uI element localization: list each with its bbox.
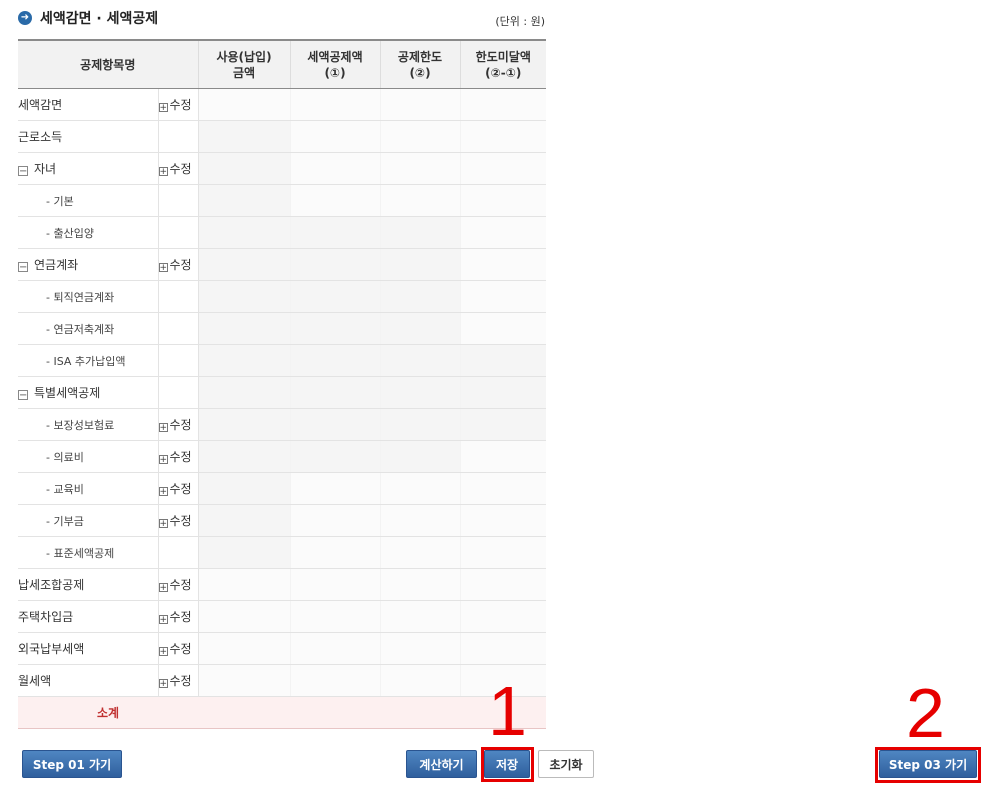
- table-row: − 특별세액공제: [18, 376, 547, 409]
- collapse-toggle-icon[interactable]: −: [18, 262, 28, 273]
- table-row: - 기부금 + 수정: [18, 504, 547, 537]
- tax-credit-table: 공제항목명 사용(납입) 금액 세액공제액 (①) 공제한도 (②) 한도미달액 (②-…: [18, 39, 547, 729]
- plus-icon: +: [158, 679, 168, 689]
- collapse-toggle-icon[interactable]: −: [18, 390, 28, 401]
- plus-icon: +: [158, 583, 168, 593]
- highlight-box-step03: [875, 747, 981, 783]
- col-header-excess: 한도미달액 (②-①): [459, 39, 547, 89]
- section-header: ➜ 세액감면 · 세액공제: [18, 7, 158, 29]
- table-row: - 연금저축계좌: [18, 312, 547, 345]
- table-row: - 기본: [18, 184, 547, 217]
- table-row: 세액감면 + 수정: [18, 88, 547, 121]
- table-row: 근로소득: [18, 120, 547, 153]
- plus-icon: +: [158, 487, 168, 497]
- table-row: − 자녀 + 수정: [18, 152, 547, 185]
- row-label: 외국납부세액: [18, 632, 158, 665]
- arrow-circle-icon: ➜: [18, 11, 32, 25]
- edit-button[interactable]: + 수정: [157, 664, 199, 697]
- subtotal-row: 소계: [18, 696, 547, 729]
- edit-button[interactable]: + 수정: [157, 408, 199, 441]
- highlight-box-save: [481, 747, 534, 782]
- col-header-name: 공제항목명: [18, 39, 199, 89]
- col-header-used: 사용(납입) 금액: [197, 39, 291, 89]
- table-row: − 연금계좌 + 수정: [18, 248, 547, 281]
- row-label-group: − 자녀: [18, 152, 158, 185]
- row-label: - 교육비: [18, 472, 158, 505]
- row-label: - 표준세액공제: [18, 536, 158, 569]
- row-label: - 기부금: [18, 504, 158, 537]
- annotation-marker-1: 1: [488, 672, 527, 750]
- plus-icon: +: [158, 423, 168, 433]
- collapse-toggle-icon[interactable]: −: [18, 166, 28, 177]
- row-label: 납세조합공제: [18, 568, 158, 601]
- row-label: - 출산입양: [18, 216, 158, 249]
- col-header-limit: 공제한도 (②): [379, 39, 461, 89]
- row-label-group: − 특별세액공제: [18, 376, 158, 409]
- table-row: - 표준세액공제: [18, 536, 547, 569]
- plus-icon: +: [158, 455, 168, 465]
- plus-icon: +: [158, 647, 168, 657]
- table-row: 주택차입금 + 수정: [18, 600, 547, 633]
- table-row: 외국납부세액 + 수정: [18, 632, 547, 665]
- reset-button[interactable]: 초기화: [538, 750, 594, 778]
- table-row: - 교육비 + 수정: [18, 472, 547, 505]
- row-label: - 보장성보험료: [18, 408, 158, 441]
- row-label-group: − 연금계좌: [18, 248, 158, 281]
- edit-button[interactable]: + 수정: [157, 600, 199, 633]
- subtotal-label: 소계: [18, 696, 199, 729]
- plus-icon: +: [158, 103, 168, 113]
- table-row: - 퇴직연금계좌: [18, 280, 547, 313]
- row-label: - 연금저축계좌: [18, 312, 158, 345]
- row-label: - 의료비: [18, 440, 158, 473]
- edit-button[interactable]: + 수정: [157, 248, 199, 281]
- edit-button[interactable]: + 수정: [157, 152, 199, 185]
- edit-button[interactable]: + 수정: [157, 88, 199, 121]
- edit-button[interactable]: + 수정: [157, 632, 199, 665]
- plus-icon: +: [158, 519, 168, 529]
- table-row: 월세액 + 수정: [18, 664, 547, 697]
- table-row: 납세조합공제 + 수정: [18, 568, 547, 601]
- edit-button[interactable]: + 수정: [157, 568, 199, 601]
- row-label: 세액감면: [18, 88, 158, 121]
- edit-button[interactable]: + 수정: [157, 440, 199, 473]
- table-row: - 출산입양: [18, 216, 547, 249]
- edit-button[interactable]: + 수정: [157, 472, 199, 505]
- unit-label: (단위 : 원): [495, 15, 545, 28]
- row-label: 주택차입금: [18, 600, 158, 633]
- plus-icon: +: [158, 167, 168, 177]
- table-row: - 의료비 + 수정: [18, 440, 547, 473]
- table-row: - ISA 추가납입액: [18, 344, 547, 377]
- calculate-button[interactable]: 계산하기: [406, 750, 477, 778]
- row-label: 월세액: [18, 664, 158, 697]
- table-row: - 보장성보험료 + 수정: [18, 408, 547, 441]
- col-header-credit: 세액공제액 (①): [289, 39, 381, 89]
- row-label: 근로소득: [18, 120, 158, 153]
- row-label: - 퇴직연금계좌: [18, 280, 158, 313]
- page-title: 세액감면 · 세액공제: [40, 11, 159, 27]
- row-label: - ISA 추가납입액: [18, 344, 158, 377]
- plus-icon: +: [158, 615, 168, 625]
- step-01-button[interactable]: Step 01 가기: [22, 750, 122, 778]
- plus-icon: +: [158, 263, 168, 273]
- edit-button[interactable]: + 수정: [157, 504, 199, 537]
- annotation-marker-2: 2: [906, 674, 945, 752]
- row-label: - 기본: [18, 184, 158, 217]
